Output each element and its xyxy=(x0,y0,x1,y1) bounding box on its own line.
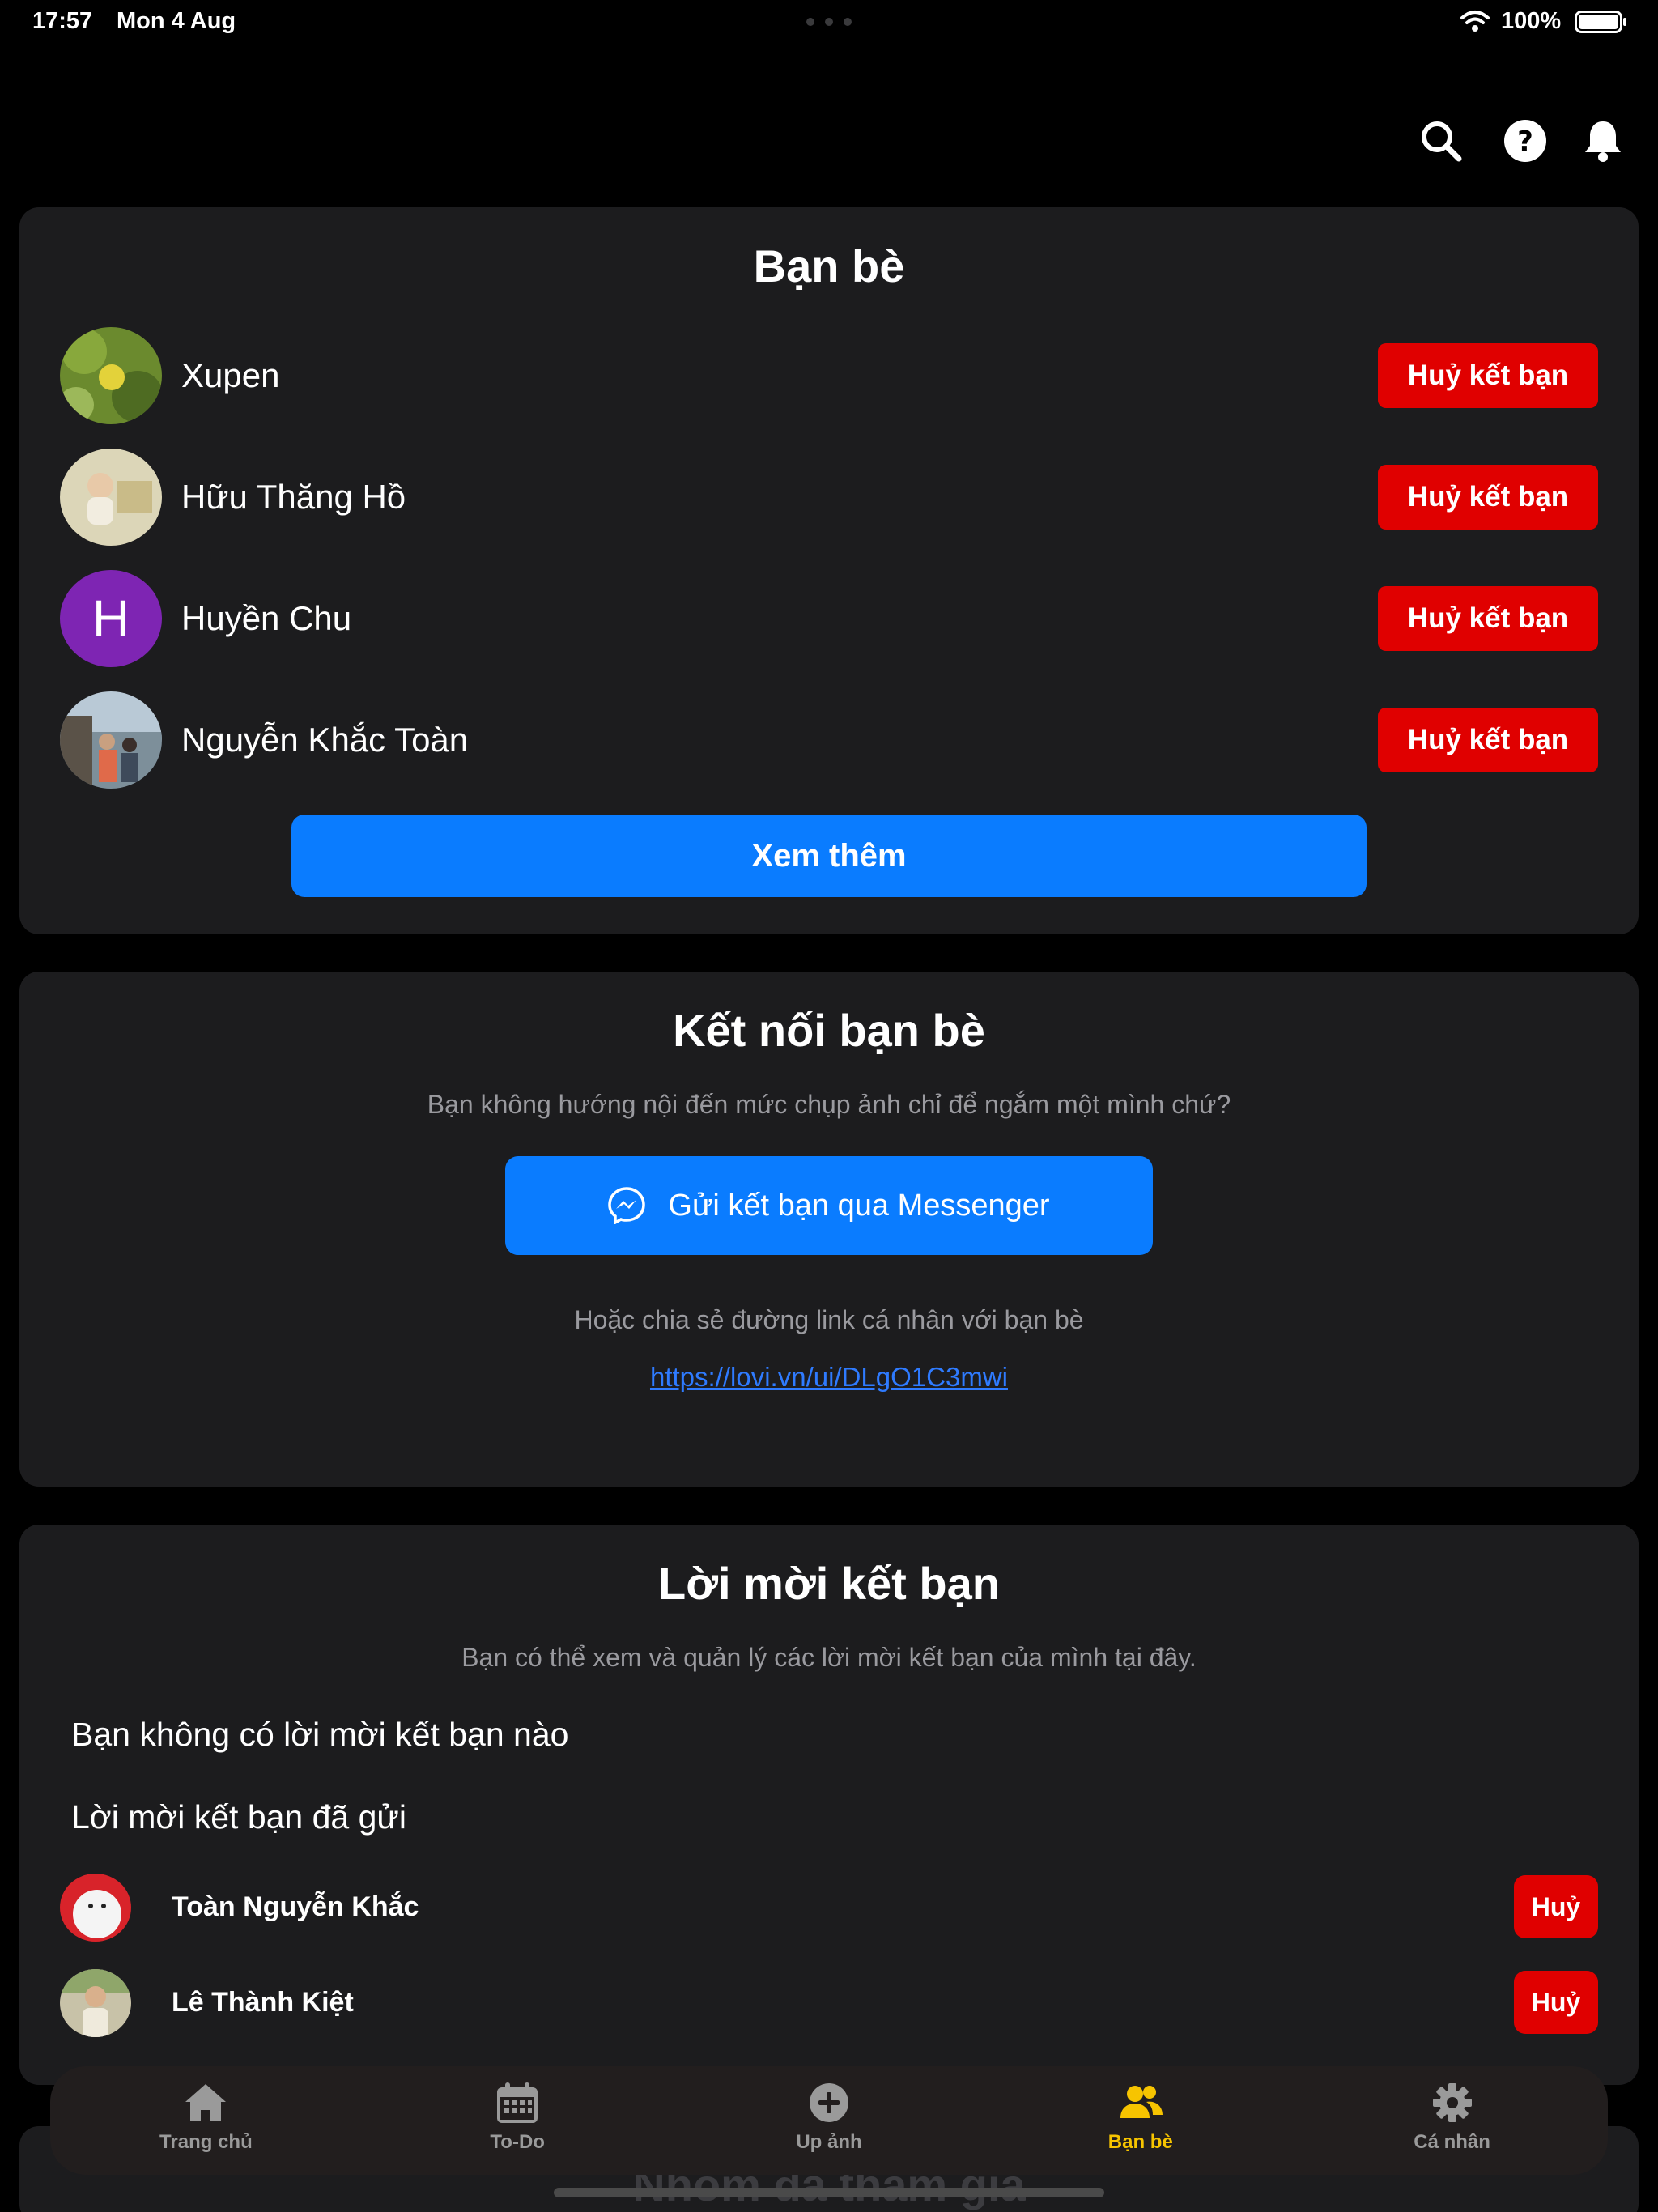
sent-invite-row: Toàn Nguyễn Khắc Huỷ xyxy=(60,1874,1598,1942)
friend-name: Huyền Chu xyxy=(181,599,352,637)
share-text: Hoặc chia sẻ đường link cá nhân với bạn … xyxy=(574,1305,1084,1334)
friend-avatar[interactable] xyxy=(60,691,162,789)
friend-name: Hữu Thăng Hồ xyxy=(181,478,406,516)
gear-icon xyxy=(1432,2083,1472,2122)
messenger-icon xyxy=(608,1187,646,1224)
wifi-icon xyxy=(1460,11,1490,32)
home-indicator[interactable] xyxy=(554,2188,1104,2197)
search-icon[interactable] xyxy=(1418,118,1464,164)
tab-label: Up ảnh xyxy=(796,2131,862,2153)
sent-invite-name: Toàn Nguyễn Khắc xyxy=(172,1891,419,1922)
connect-title: Kết nối bạn bè xyxy=(673,1005,985,1056)
profile-link[interactable]: https://lovi.vn/ui/DLgO1C3mwi xyxy=(19,1362,1639,1393)
no-invites-text: Bạn không có lời mời kết bạn nào xyxy=(71,1716,569,1753)
tab-label: Bạn bè xyxy=(1107,2131,1173,2153)
friend-name: Xupen xyxy=(181,356,280,394)
status-time: 17:57 xyxy=(32,8,93,34)
friends-icon xyxy=(1120,2086,1163,2118)
svg-text:?: ? xyxy=(1517,125,1533,158)
sent-invite-row: Lê Thành Kiệt Huỷ xyxy=(60,1969,1598,2037)
unfriend-button[interactable]: Huỷ kết bạn xyxy=(1378,343,1598,408)
sent-invite-avatar[interactable] xyxy=(60,1969,131,2037)
help-icon[interactable]: ? xyxy=(1503,118,1548,164)
friend-row: Hữu Thăng Hồ Huỷ kết bạn xyxy=(60,449,1598,546)
battery-percent: 100% xyxy=(1501,8,1562,34)
connect-subtitle: Bạn không hướng nội đến mức chụp ảnh chỉ… xyxy=(427,1090,1231,1119)
tab-bar: Trang chủ To-Do Up ảnh Bạn bè Cá nhân xyxy=(50,2066,1608,2175)
friend-avatar[interactable] xyxy=(60,327,162,424)
tab-friends[interactable]: Bạn bè xyxy=(984,2066,1296,2175)
friends-card: Bạn bè Xupen Huỷ kết bạn Hữu Thăng Hồ Hu… xyxy=(19,207,1639,934)
see-more-button[interactable]: Xem thêm xyxy=(291,815,1367,897)
tab-label: To-Do xyxy=(490,2131,545,2153)
connect-card: Kết nối bạn bè Bạn không hướng nội đến m… xyxy=(19,972,1639,1487)
invites-subtitle: Bạn có thể xem và quản lý các lời mời kế… xyxy=(461,1643,1197,1672)
calendar-icon xyxy=(497,2082,538,2123)
multitasking-dots-icon[interactable] xyxy=(806,18,852,28)
friend-avatar[interactable] xyxy=(60,449,162,546)
friends-title: Bạn bè xyxy=(753,240,905,291)
tab-home[interactable]: Trang chủ xyxy=(50,2066,362,2175)
status-bar: 17:57 Mon 4 Aug 100% xyxy=(0,0,1658,45)
sent-invite-avatar[interactable] xyxy=(60,1874,131,1942)
tab-profile[interactable]: Cá nhân xyxy=(1296,2066,1608,2175)
friend-row: Nguyễn Khắc Toàn Huỷ kết bạn xyxy=(60,691,1598,789)
unfriend-button[interactable]: Huỷ kết bạn xyxy=(1378,708,1598,772)
plus-circle-icon xyxy=(809,2083,848,2122)
cancel-invite-button[interactable]: Huỷ xyxy=(1514,1875,1598,1938)
battery-icon xyxy=(1575,11,1626,33)
sent-invites-heading: Lời mời kết bạn đã gửi xyxy=(71,1798,406,1836)
home-icon xyxy=(185,2084,227,2121)
invites-title: Lời mời kết bạn xyxy=(658,1558,1000,1609)
tab-label: Cá nhân xyxy=(1414,2131,1490,2153)
tab-upload[interactable]: Up ảnh xyxy=(674,2066,985,2175)
friend-avatar[interactable]: H xyxy=(60,570,162,667)
unfriend-button[interactable]: Huỷ kết bạn xyxy=(1378,586,1598,651)
friend-row: H Huyền Chu Huỷ kết bạn xyxy=(60,570,1598,667)
sent-invite-name: Lê Thành Kiệt xyxy=(172,1987,354,2018)
messenger-invite-button[interactable]: Gửi kết bạn qua Messenger xyxy=(505,1156,1153,1255)
bell-icon[interactable] xyxy=(1580,118,1626,164)
cancel-invite-button[interactable]: Huỷ xyxy=(1514,1971,1598,2034)
friend-row: Xupen Huỷ kết bạn xyxy=(60,327,1598,424)
invites-card: Lời mời kết bạn Bạn có thể xem và quản l… xyxy=(19,1525,1639,2085)
unfriend-button[interactable]: Huỷ kết bạn xyxy=(1378,465,1598,530)
friend-name: Nguyễn Khắc Toàn xyxy=(181,721,469,759)
messenger-button-label: Gửi kết bạn qua Messenger xyxy=(668,1188,1050,1223)
status-date: Mon 4 Aug xyxy=(117,8,236,34)
tab-todo[interactable]: To-Do xyxy=(362,2066,674,2175)
tab-label: Trang chủ xyxy=(159,2131,253,2153)
